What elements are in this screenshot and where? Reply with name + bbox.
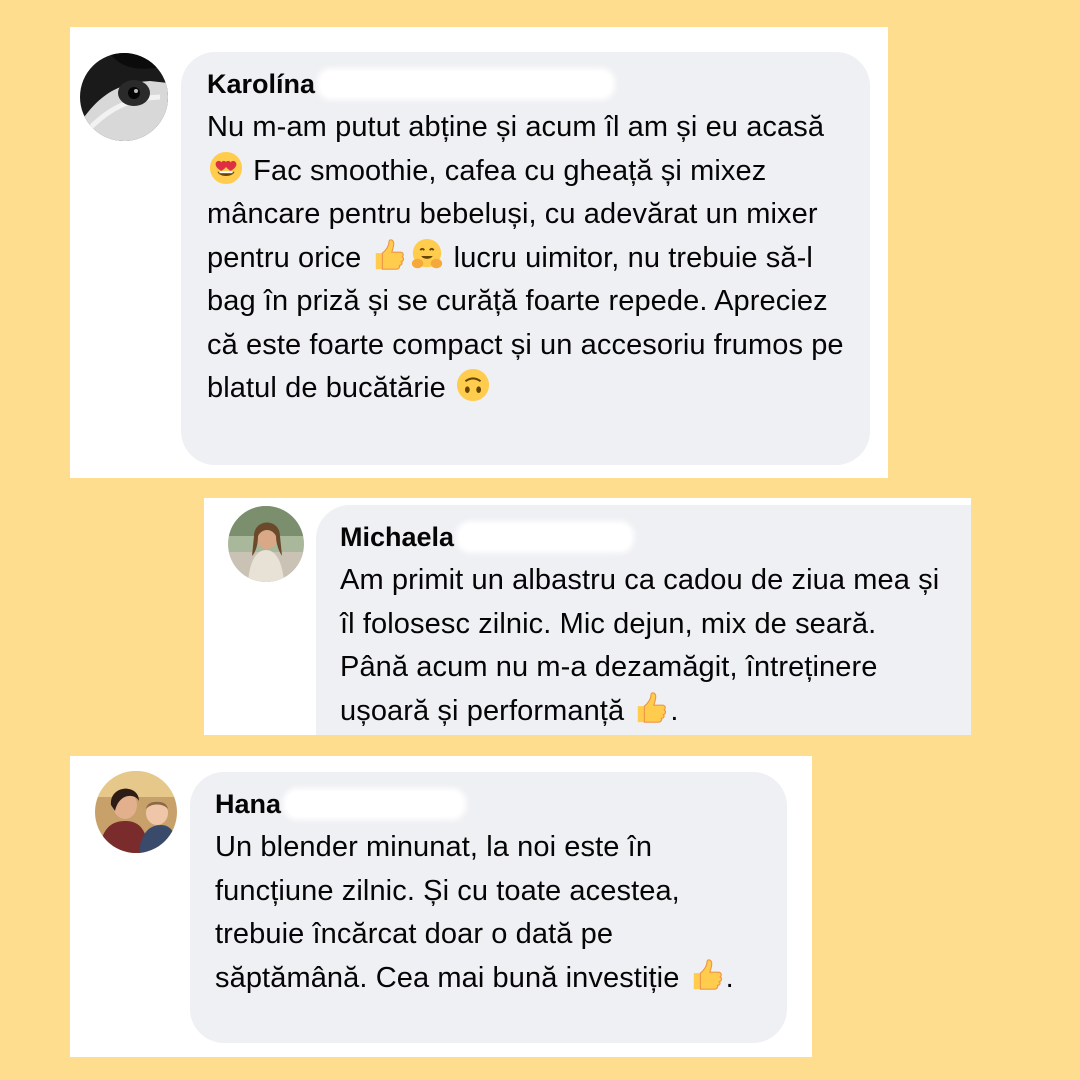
thumbs-up-emoji (634, 691, 668, 725)
comment-card-karolina: Karolína Nu m-am putut abține și acum îl… (70, 27, 888, 478)
author-name[interactable]: Karolína (207, 68, 850, 100)
comment-text: Un blender minunat, la noi este în funcț… (215, 831, 734, 994)
thumbs-up-emoji (690, 958, 724, 992)
heart-eyes-emoji (209, 151, 243, 185)
comment-bubble: Hana Un blender minunat, la noi este în … (190, 772, 787, 1043)
comment-card-michaela: Michaela Am primit un albastru ca cadou … (204, 498, 971, 735)
redacted-surname (321, 72, 612, 96)
comment-text: Am primit un albastru ca cadou de ziua m… (340, 564, 940, 727)
hugging-face-emoji (410, 238, 444, 272)
avatar-hana[interactable] (95, 771, 177, 853)
comment-bubble: Karolína Nu m-am putut abține și acum îl… (181, 52, 870, 465)
comment-bubble: Michaela Am primit un albastru ca cadou … (316, 505, 971, 735)
upside-down-face-emoji (456, 368, 490, 402)
comment-text: Nu m-am putut abține și acum îl am și eu… (207, 111, 844, 404)
comment-card-hana: Hana Un blender minunat, la noi este în … (70, 756, 812, 1057)
redacted-surname (287, 792, 463, 816)
avatar-michaela[interactable] (228, 506, 304, 582)
author-name[interactable]: Hana (215, 788, 767, 820)
redacted-surname (460, 525, 631, 549)
thumbs-up-emoji (372, 238, 406, 272)
avatar-karolina[interactable] (80, 53, 168, 141)
author-name[interactable]: Michaela (340, 521, 955, 553)
